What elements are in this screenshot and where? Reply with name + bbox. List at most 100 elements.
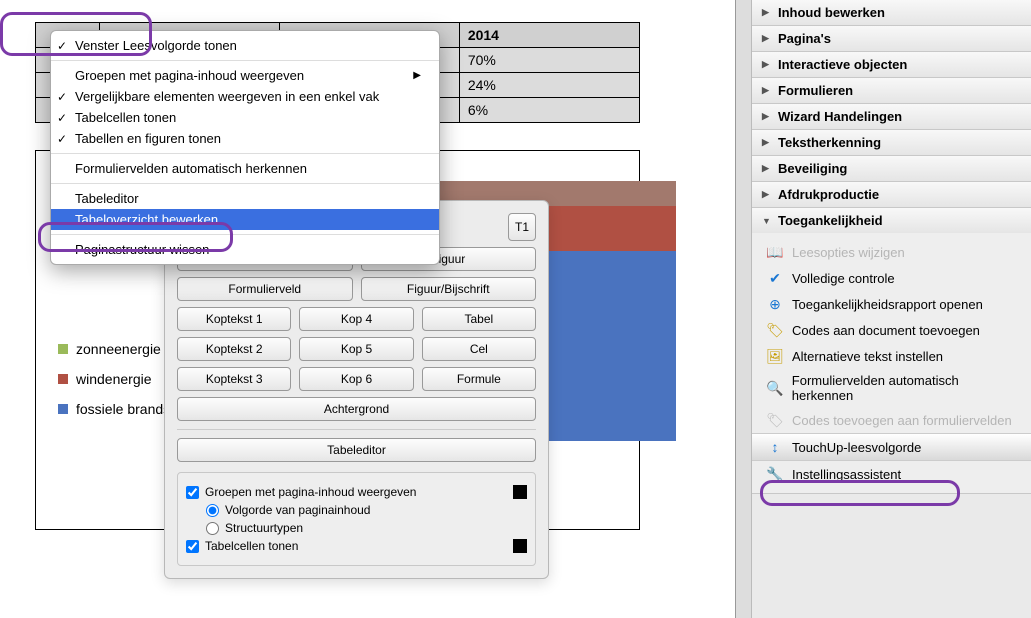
menu-item[interactable]: ✓ Venster Leesvolgorde tonen	[51, 35, 439, 56]
tools-pane: ▶Inhoud bewerken ▶ Pagina's ▶ Interactieve o…	[735, 0, 1031, 618]
chevron-icon: ▶	[762, 111, 772, 122]
tool-icon: 🖼	[766, 347, 784, 365]
panel-options: Groepen met pagina-inhoud weergeven Volg…	[177, 472, 536, 566]
menu-item[interactable]: Paginastructuur wissen	[51, 239, 439, 260]
legend-swatch-icon	[58, 404, 68, 414]
radio-order[interactable]	[206, 504, 219, 517]
th: 2014	[459, 23, 639, 48]
submenu-arrow-icon: ▶	[413, 70, 421, 81]
tool-label: Toegankelijkheidsrapport openen	[792, 297, 983, 312]
panel-button[interactable]: Formulierveld	[177, 277, 353, 301]
panel-button[interactable]: Achtergrond	[177, 397, 536, 421]
opt-order[interactable]: Volgorde van paginainhoud	[186, 503, 527, 517]
panel-button[interactable]: Cel	[422, 337, 536, 361]
tool-item[interactable]: ✔Volledige controle	[752, 265, 1031, 291]
radio-types[interactable]	[206, 522, 219, 535]
menu-separator	[51, 60, 439, 61]
accordion-header[interactable]: ▶ Interactieve objecten	[752, 52, 1031, 77]
context-menu[interactable]: ✓ Venster Leesvolgorde tonen Groepen met p…	[50, 30, 440, 265]
accordion-header[interactable]: ▶Wizard Handelingen	[752, 104, 1031, 129]
accordion-label: Toegankelijkheid	[778, 213, 883, 228]
menu-item[interactable]: ✓Tabelcellen tonen	[51, 107, 439, 128]
accordion-header[interactable]: ▶Inhoud bewerken	[752, 0, 1031, 25]
tool-icon: 🔧	[766, 465, 784, 483]
tool-label: Codes toevoegen aan formuliervelden	[792, 413, 1012, 428]
opt-types[interactable]: Structuurtypen	[186, 521, 527, 535]
tool-item[interactable]: 🔍Formuliervelden automatisch herkennen	[752, 369, 1031, 407]
tool-icon: ↕	[766, 438, 784, 456]
accordion-header[interactable]: ▶Formulieren	[752, 78, 1031, 103]
tool-item: 📖 Leesopties wijzigen	[752, 239, 1031, 265]
menu-item[interactable]: Formuliervelden automatisch herkennen	[51, 158, 439, 179]
panel-button[interactable]: Koptekst 2	[177, 337, 291, 361]
chevron-icon: ▶	[762, 59, 772, 70]
chevron-icon: ▶	[762, 33, 772, 44]
panel-button[interactable]: Kop 6	[299, 367, 413, 391]
menu-separator	[51, 153, 439, 154]
panel-button[interactable]: Kop 4	[299, 307, 413, 331]
accordion-header[interactable]: ▶Afdrukproductie	[752, 182, 1031, 207]
accordion-label: Pagina's	[778, 31, 831, 46]
panel-button[interactable]: Figuur/Bijschrift	[361, 277, 537, 301]
opt-label: Structuurtypen	[225, 521, 303, 535]
tool-item[interactable]: 🖼 Alternatieve tekst instellen	[752, 343, 1031, 369]
menu-item-label: Venster Leesvolgorde tonen	[75, 38, 237, 53]
check-icon: ✓	[57, 132, 67, 146]
tool-label: Leesopties wijzigen	[792, 245, 905, 260]
tool-label: TouchUp-leesvolgorde	[792, 440, 921, 455]
menu-item[interactable]: ✓Tabellen en figuren tonen	[51, 128, 439, 149]
menu-item-label: Tabelcellen tonen	[75, 110, 176, 125]
menu-item-label: Groepen met pagina-inhoud weergeven	[75, 68, 304, 83]
chevron-icon: ▶	[762, 163, 772, 174]
menu-item-label: Paginastructuur wissen	[75, 242, 209, 257]
menu-item-label: Tabeloverzicht bewerken	[75, 212, 218, 227]
checkbox-groups[interactable]	[186, 486, 199, 499]
tool-item[interactable]: ↕ TouchUp-leesvolgorde	[752, 433, 1031, 461]
menu-separator	[51, 234, 439, 235]
tool-icon: 📖	[766, 243, 784, 261]
menu-item[interactable]: Tabeloverzicht bewerken	[51, 209, 439, 230]
opt-label: Volgorde van paginainhoud	[225, 503, 370, 517]
panel-button[interactable]: Formule	[422, 367, 536, 391]
tool-item[interactable]: ⊕Toegankelijkheidsrapport openen	[752, 291, 1031, 317]
color-swatch-icon[interactable]	[513, 485, 527, 499]
tool-item[interactable]: 🏷Codes aan document toevoegen	[752, 317, 1031, 343]
legend-swatch-icon	[58, 344, 68, 354]
menu-item-label: Tabeleditor	[75, 191, 139, 206]
document-area: 2012 2013 2014 70% 24% 6%	[0, 0, 735, 618]
tool-item[interactable]: 🔧 Instellingsassistent	[752, 461, 1031, 487]
scrollbar[interactable]	[736, 0, 752, 618]
menu-item-label: Formuliervelden automatisch herkennen	[75, 161, 307, 176]
panel-button[interactable]: Koptekst 3	[177, 367, 291, 391]
accordion-header[interactable]: ▶ Pagina's	[752, 26, 1031, 51]
color-swatch-icon[interactable]	[513, 539, 527, 553]
tool-label: Instellingsassistent	[792, 467, 901, 482]
menu-item[interactable]: ✓Vergelijkbare elementen weergeven in ee…	[51, 86, 439, 107]
panel-button[interactable]: Tabel	[422, 307, 536, 331]
accordion-header[interactable]: ▼ Toegankelijkheid	[752, 208, 1031, 233]
tool-item: 🏷Codes toevoegen aan formuliervelden	[752, 407, 1031, 433]
opt-groups[interactable]: Groepen met pagina-inhoud weergeven	[186, 485, 527, 499]
menu-item[interactable]: Tabeleditor	[51, 188, 439, 209]
tabeleditor-button[interactable]: Tabeleditor	[177, 438, 536, 462]
panel-icon[interactable]: T1	[508, 213, 536, 241]
checkbox-cells[interactable]	[186, 540, 199, 553]
accordion-header[interactable]: ▶Tekstherkenning	[752, 130, 1031, 155]
legend-swatch-icon	[58, 374, 68, 384]
accordion-label: Interactieve objecten	[778, 57, 907, 72]
opt-label: Tabelcellen tonen	[205, 539, 298, 553]
panel-button[interactable]: Kop 5	[299, 337, 413, 361]
accordion-label: Afdrukproductie	[778, 187, 879, 202]
menu-item[interactable]: Groepen met pagina-inhoud weergeven ▶	[51, 65, 439, 86]
panel-button[interactable]: Koptekst 1	[177, 307, 291, 331]
opt-label: Groepen met pagina-inhoud weergeven	[205, 485, 416, 499]
chevron-icon: ▼	[762, 216, 772, 226]
tool-icon: ✔	[766, 269, 784, 287]
menu-item-label: Vergelijkbare elementen weergeven in een…	[75, 89, 379, 104]
menu-separator	[51, 183, 439, 184]
check-icon: ✓	[57, 39, 67, 53]
accordion-header[interactable]: ▶Beveiliging	[752, 156, 1031, 181]
opt-cells[interactable]: Tabelcellen tonen	[186, 539, 527, 553]
tool-label: Alternatieve tekst instellen	[792, 349, 943, 364]
accordion-label: Tekstherkenning	[778, 135, 881, 150]
